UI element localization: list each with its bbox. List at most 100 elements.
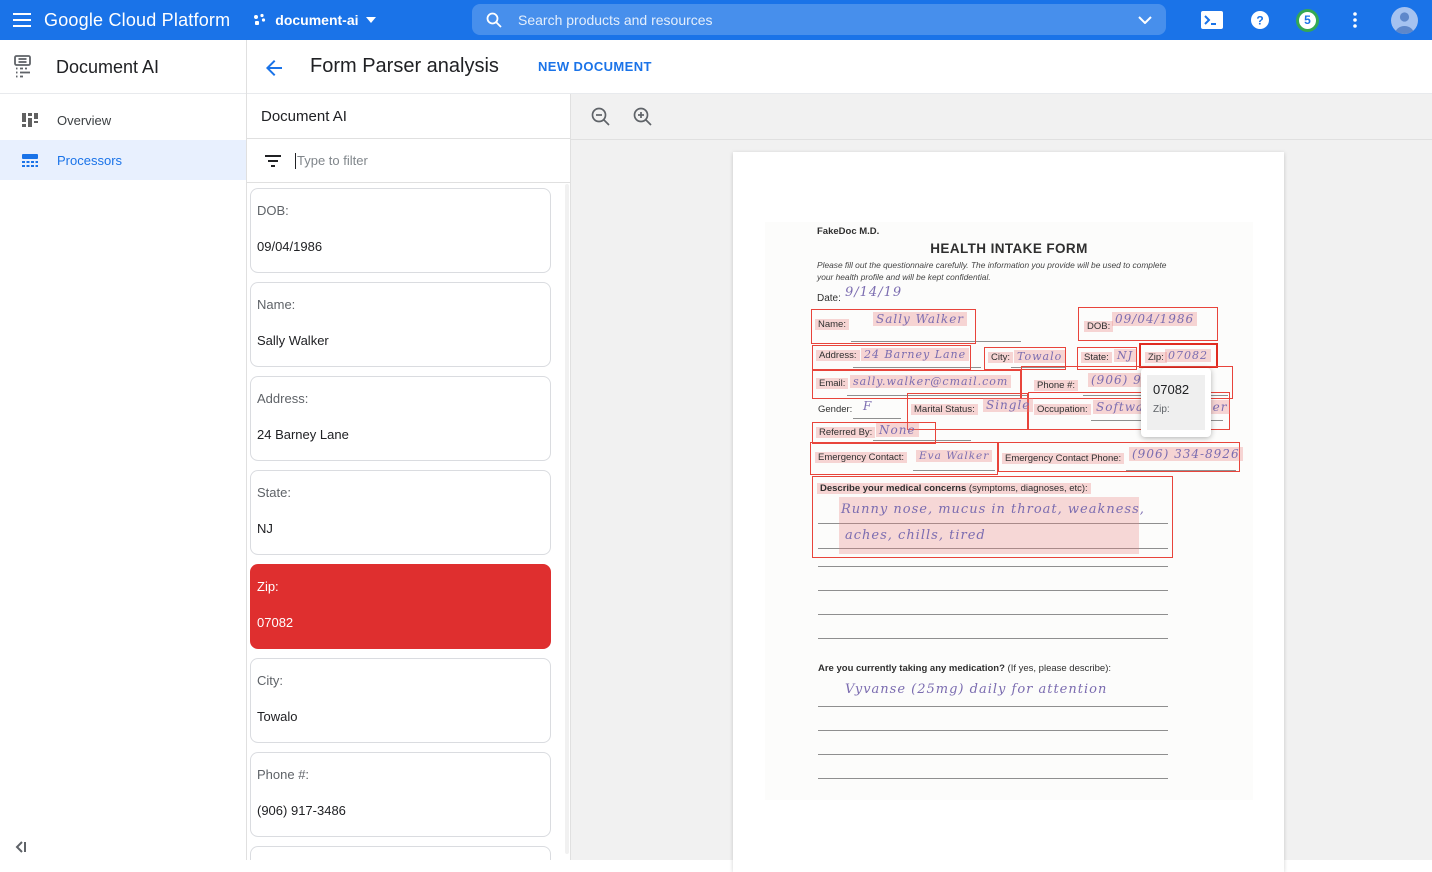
- form-value-referred-by: None: [876, 423, 919, 437]
- form-title: HEALTH INTAKE FORM: [765, 241, 1253, 256]
- form-value-date: 9/14/19: [845, 285, 902, 300]
- form-instructions: Please fill out the questionnaire carefu…: [817, 260, 1166, 270]
- field-card[interactable]: Name: Sally Walker: [250, 282, 551, 367]
- filter-placeholder: Type to filter: [297, 153, 368, 168]
- field-card-list: DOB:09/04/1986 Name: Sally Walker Address: 2…: [247, 183, 570, 860]
- form-value-address: 24 Barney Lane: [861, 348, 969, 361]
- search-placeholder: Search products and resources: [518, 12, 1138, 28]
- form-label-state: State:: [1081, 352, 1112, 363]
- clinic-name: FakeDoc M.D.: [817, 226, 879, 237]
- form-value-medication: Vyvanse (25mg) daily for attention: [845, 682, 1107, 697]
- field-card-selected[interactable]: Zip: 07082: [250, 564, 551, 649]
- form-value-emergency-contact-phone: (906) 334-8926: [1129, 447, 1243, 461]
- field-card[interactable]: State: NJ: [250, 470, 551, 555]
- form-value-name: Sally Walker: [873, 312, 967, 326]
- field-card-label: Address:: [257, 391, 544, 406]
- product-home[interactable]: Document AI: [0, 40, 247, 94]
- sidebar-item-processors[interactable]: Processors: [0, 140, 246, 180]
- menu-icon[interactable]: [0, 0, 44, 40]
- collapse-sidebar-icon[interactable]: [12, 838, 30, 856]
- notifications-badge[interactable]: 5: [1296, 9, 1319, 32]
- project-selector[interactable]: document-ai: [252, 12, 375, 28]
- field-card-label: Zip:: [257, 579, 544, 594]
- new-document-button[interactable]: NEW DOCUMENT: [538, 59, 652, 74]
- search-icon: [486, 12, 502, 28]
- back-button[interactable]: [262, 56, 286, 80]
- tooltip-label: Zip:: [1153, 404, 1205, 415]
- form-value-emergency-contact: Eva Walker: [916, 450, 992, 462]
- form-label-phone: Phone #:: [1034, 380, 1078, 391]
- project-name: document-ai: [275, 12, 358, 28]
- form-value-marital-status: Single: [983, 398, 1033, 412]
- field-card-value: NJ: [257, 521, 544, 536]
- field-card-value: Sally Walker: [257, 333, 544, 348]
- form-instructions: your health profile and will be kept con…: [817, 272, 991, 282]
- search-expand-icon[interactable]: [1138, 16, 1152, 24]
- project-icon: [252, 12, 268, 28]
- form-label-address: Address:: [816, 350, 860, 361]
- form-label-medical-concerns: Describe your medical concerns (symptoms…: [817, 483, 1091, 494]
- form-label-emergency-contact: Emergency Contact:: [815, 452, 907, 463]
- avatar[interactable]: [1391, 7, 1418, 34]
- sidebar: Overview Processors: [0, 94, 247, 860]
- text-cursor: [295, 153, 296, 169]
- form-value-medical-concerns-1: Runny nose, mucus in throat, weakness,: [841, 502, 1145, 517]
- form-label-dob: DOB:: [1084, 321, 1113, 332]
- form-label-city: City:: [988, 352, 1013, 363]
- search-input[interactable]: Search products and resources: [472, 4, 1166, 35]
- form-label-marital-status: Marital Status:: [911, 404, 978, 415]
- document-ai-icon: [14, 55, 36, 79]
- processors-icon: [21, 151, 39, 169]
- field-card[interactable]: DOB:09/04/1986: [250, 188, 551, 273]
- viewer-toolbar: [571, 94, 1432, 140]
- document-page[interactable]: FakeDoc M.D. HEALTH INTAKE FORM Please f…: [733, 152, 1284, 872]
- field-card[interactable]: Phone #: (906) 917-3486: [250, 752, 551, 837]
- help-icon[interactable]: ?: [1248, 8, 1272, 32]
- field-card[interactable]: City:Towalo: [250, 658, 551, 743]
- more-options-icon[interactable]: [1343, 8, 1367, 32]
- form-label-medication: Are you currently taking any medication?…: [818, 663, 1111, 674]
- zoom-out-icon[interactable]: [589, 105, 613, 129]
- form-label-emergency-contact-phone: Emergency Contact Phone:: [1002, 453, 1124, 464]
- tooltip-value: 07082: [1153, 382, 1205, 397]
- form-value-dob: 09/04/1986: [1112, 312, 1197, 326]
- form-label-gender: Gender:: [818, 404, 852, 415]
- filter-input[interactable]: Type to filter: [247, 139, 570, 183]
- field-card-value: (906) 917-3486: [257, 803, 544, 818]
- field-card-value: 07082: [257, 615, 544, 630]
- field-card-label: Phone #:: [257, 767, 544, 782]
- field-card-value: 24 Barney Lane: [257, 427, 544, 442]
- form-label-name: Name:: [815, 319, 849, 330]
- field-card-value: 09/04/1986: [257, 239, 544, 254]
- field-card[interactable]: [250, 846, 551, 860]
- extracted-fields-panel: Document AI Type to filter DOB:09/04/198…: [247, 94, 571, 860]
- svg-text:?: ?: [1256, 14, 1263, 28]
- overview-icon: [21, 111, 39, 129]
- form-label-email: Email:: [816, 378, 848, 389]
- field-card-value: Towalo: [257, 709, 544, 724]
- page-title: Form Parser analysis: [310, 55, 499, 78]
- form-value-city: Towalo: [1014, 350, 1065, 363]
- form-value-state: NJ: [1114, 349, 1136, 362]
- form-label-referred-by: Referred By:: [816, 427, 875, 438]
- app-header: Document AI Form Parser analysis NEW DOC…: [0, 40, 1432, 94]
- top-app-bar: Google Cloud Platform document-ai Search…: [0, 0, 1432, 40]
- brand-logo[interactable]: Google Cloud Platform: [44, 10, 230, 31]
- filter-icon: [265, 155, 281, 167]
- field-card[interactable]: Address: 24 Barney Lane: [250, 376, 551, 461]
- field-card-label: Name:: [257, 297, 544, 312]
- cloud-shell-icon[interactable]: [1200, 8, 1224, 32]
- form-value-email: sally.walker@cmail.com: [850, 375, 1011, 388]
- product-title: Document AI: [56, 57, 159, 78]
- form-value-zip: 07082: [1165, 349, 1211, 362]
- sidebar-item-overview[interactable]: Overview: [0, 100, 246, 140]
- field-hover-tooltip: 07082 Zip:: [1141, 368, 1211, 437]
- field-card-label: State:: [257, 485, 544, 500]
- form-value-medical-concerns-2: aches, chills, tired: [845, 528, 986, 543]
- form-label-date: Date:: [817, 293, 841, 304]
- sidebar-item-label: Overview: [57, 113, 111, 128]
- form-label-zip: Zip:: [1145, 352, 1167, 363]
- form-label-occupation: Occupation:: [1034, 404, 1091, 415]
- fields-scrollbar[interactable]: [565, 184, 569, 854]
- zoom-in-icon[interactable]: [631, 105, 655, 129]
